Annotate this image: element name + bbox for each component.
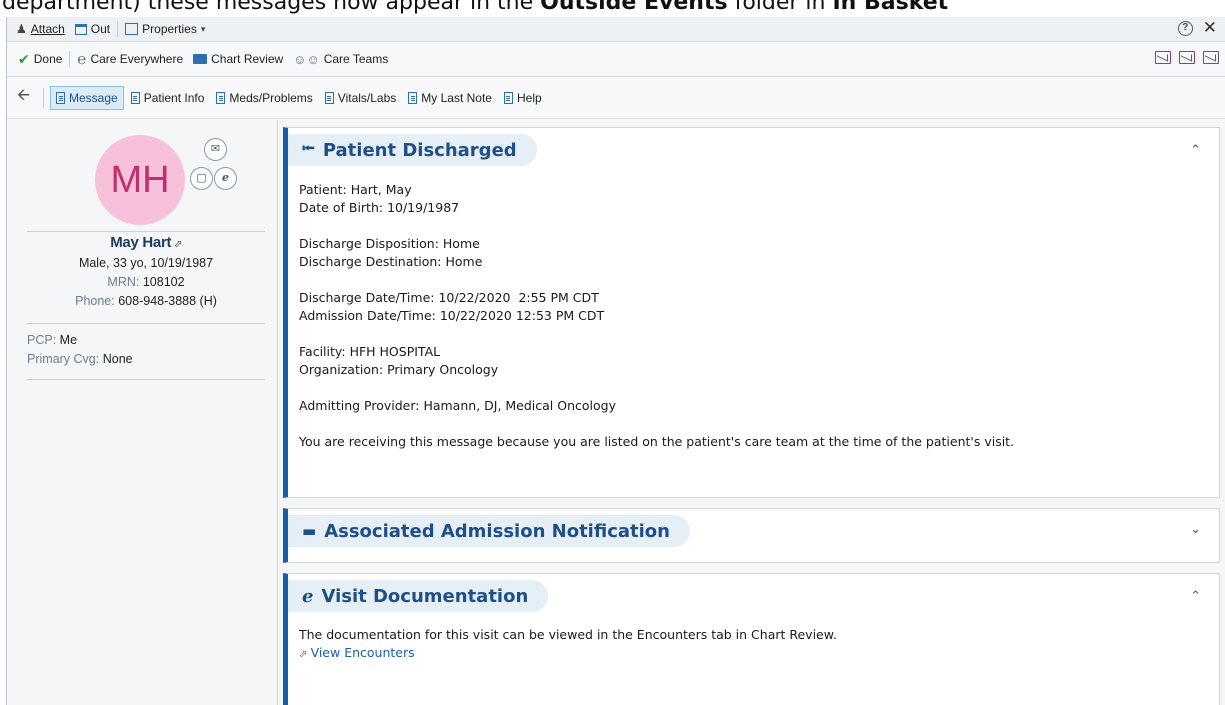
- visit-documentation-card: e Visit Documentation ⌃ The documentatio…: [283, 573, 1220, 705]
- calendar-out-icon: [74, 23, 87, 35]
- help-icon[interactable]: ?: [1177, 20, 1193, 36]
- facility-line: Facility: HFH HOSPITAL: [299, 344, 441, 359]
- action-toolbar: ✔ Done ℮ Care Everywhere Chart Review ☺☺…: [7, 42, 1225, 77]
- divider: [27, 323, 265, 324]
- divider: [27, 379, 265, 380]
- photo-unavailable-icon[interactable]: ▢: [190, 167, 213, 190]
- document-icon: [503, 91, 513, 104]
- window-controls: ? ✕: [1177, 19, 1217, 36]
- person-icon: ♟: [16, 22, 27, 36]
- checkmark-icon: ✔: [18, 50, 30, 67]
- document-icon: [324, 91, 334, 104]
- attach-button[interactable]: ♟ Attach: [11, 18, 70, 40]
- exit-door-icon: ⭰: [302, 138, 315, 159]
- provider-line: Admitting Provider: Hamann, DJ, Medical …: [299, 398, 616, 413]
- message-window: ♟ Attach Out Properties ▾ ? ✕ ✔ Done ℮ C…: [6, 17, 1225, 705]
- close-icon[interactable]: ✕: [1203, 19, 1217, 36]
- chart-review-button[interactable]: Chart Review: [188, 48, 288, 70]
- done-button[interactable]: ✔ Done: [13, 48, 67, 70]
- top-toolbar: ♟ Attach Out Properties ▾ ? ✕: [7, 17, 1225, 42]
- care-everywhere-icon: ℮: [77, 49, 87, 68]
- document-icon: [130, 91, 140, 104]
- avatar: MH: [95, 135, 185, 225]
- properties-label: Properties: [142, 22, 197, 36]
- chevron-down-icon[interactable]: ⌄: [1190, 521, 1201, 537]
- properties-icon: [125, 23, 139, 35]
- patient-demographics: Male, 33 yo, 10/19/1987: [78, 256, 214, 270]
- chart-review-label: Chart Review: [211, 52, 284, 66]
- patient-sidebar: MH ✉ ▢ e May Hart ⬀ Male, 33 yo, 10/19/1…: [7, 120, 277, 705]
- visit-doc-text: The documentation for this visit can be …: [299, 627, 837, 642]
- card-title: e Visit Documentation: [288, 580, 549, 612]
- tab-label: My Last Note: [421, 90, 492, 105]
- disposition-line: Discharge Disposition: Home: [299, 236, 480, 251]
- patient-name[interactable]: May Hart ⬀: [27, 234, 265, 251]
- tab-vitals-labs[interactable]: Vitals/Labs: [320, 86, 401, 110]
- tab-label: Help: [516, 90, 542, 105]
- dob-line: Date of Birth: 10/19/1987: [299, 200, 460, 215]
- care-everywhere-button[interactable]: ℮ Care Everywhere: [72, 48, 188, 70]
- patient-pcp: PCP: Me: [27, 333, 78, 347]
- toolbar-separator: [117, 21, 119, 37]
- toolbar-separator: [69, 51, 71, 67]
- pane-divider: [277, 120, 278, 705]
- tab-label: Patient Info: [143, 90, 205, 105]
- tab-my-last-note[interactable]: My Last Note: [403, 86, 497, 110]
- view-encounters-link[interactable]: ⬀ View Encounters: [299, 644, 837, 664]
- reason-line: You are receiving this message because y…: [299, 434, 1015, 449]
- care-teams-button[interactable]: ☺☺ Care Teams: [288, 48, 393, 70]
- chevron-up-icon[interactable]: ⌃: [1190, 588, 1201, 604]
- care-everywhere-label: Care Everywhere: [90, 52, 184, 66]
- discharge-details: Patient: Hart, May Date of Birth: 10/19/…: [299, 181, 1014, 451]
- external-link-icon: ⬀: [299, 649, 311, 660]
- attach-label: Attach: [30, 22, 65, 36]
- card-title: ▬ Associated Admission Notification: [288, 515, 690, 547]
- team-icon: ☺☺: [293, 51, 320, 67]
- next-message-icon[interactable]: [1203, 51, 1219, 64]
- back-arrow-icon[interactable]: 🡨: [17, 84, 43, 111]
- message-nav-buttons: [1155, 51, 1219, 64]
- tab-meds-problems[interactable]: Meds/Problems: [211, 86, 317, 110]
- tab-patient-info[interactable]: Patient Info: [126, 86, 210, 110]
- care-teams-label: Care Teams: [323, 52, 389, 66]
- folders-icon: [193, 54, 208, 64]
- document-icon: [408, 91, 418, 104]
- patient-phone: Phone: 608-948-3888 (H): [75, 294, 217, 308]
- tab-label: Message: [69, 90, 118, 105]
- patient-coverage: Primary Cvg: None: [27, 352, 133, 366]
- bed-icon: ▬: [302, 522, 317, 540]
- activity-tabs: 🡨 Message Patient Info Meds/Problems Vit…: [7, 77, 1225, 119]
- care-everywhere-icon: e: [302, 585, 314, 607]
- patient-discharged-card: ⭰ Patient Discharged ⌃ Patient: Hart, Ma…: [283, 127, 1220, 498]
- document-caption: department) these messages now appear in…: [2, 0, 949, 15]
- patient-line: Patient: Hart, May: [299, 182, 412, 197]
- card-title: ⭰ Patient Discharged: [288, 134, 537, 166]
- document-icon: [56, 91, 65, 104]
- reply-message-icon[interactable]: [1179, 51, 1195, 64]
- external-link-icon: ⬀: [171, 239, 182, 250]
- document-icon: [216, 91, 226, 104]
- patient-mrn: MRN: 108102: [107, 275, 185, 289]
- organization-line: Organization: Primary Oncology: [299, 362, 499, 377]
- chevron-down-icon: ▾: [200, 23, 206, 34]
- admission-notification-card: ▬ Associated Admission Notification ⌄: [283, 508, 1220, 563]
- out-label: Out: [90, 22, 111, 36]
- tab-label: Vitals/Labs: [337, 90, 397, 105]
- send-message-icon[interactable]: ✉: [204, 138, 227, 161]
- tab-separator: [43, 87, 44, 108]
- chevron-up-icon[interactable]: ⌃: [1190, 142, 1201, 158]
- out-button[interactable]: Out: [70, 18, 115, 40]
- tab-label: Meds/Problems: [229, 90, 313, 105]
- visit-doc-details: The documentation for this visit can be …: [299, 626, 837, 664]
- destination-line: Discharge Destination: Home: [299, 254, 483, 269]
- previous-message-icon[interactable]: [1155, 51, 1171, 64]
- tab-help[interactable]: Help: [499, 86, 547, 110]
- properties-button[interactable]: Properties ▾: [120, 18, 210, 40]
- admission-datetime-line: Admission Date/Time: 10/22/2020 12:53 PM…: [299, 308, 605, 323]
- done-label: Done: [33, 52, 63, 66]
- discharge-datetime-line: Discharge Date/Time: 10/22/2020 2:55 PM …: [299, 290, 599, 305]
- tab-message[interactable]: Message: [50, 85, 124, 110]
- divider: [27, 231, 265, 232]
- care-everywhere-icon[interactable]: e: [214, 167, 237, 190]
